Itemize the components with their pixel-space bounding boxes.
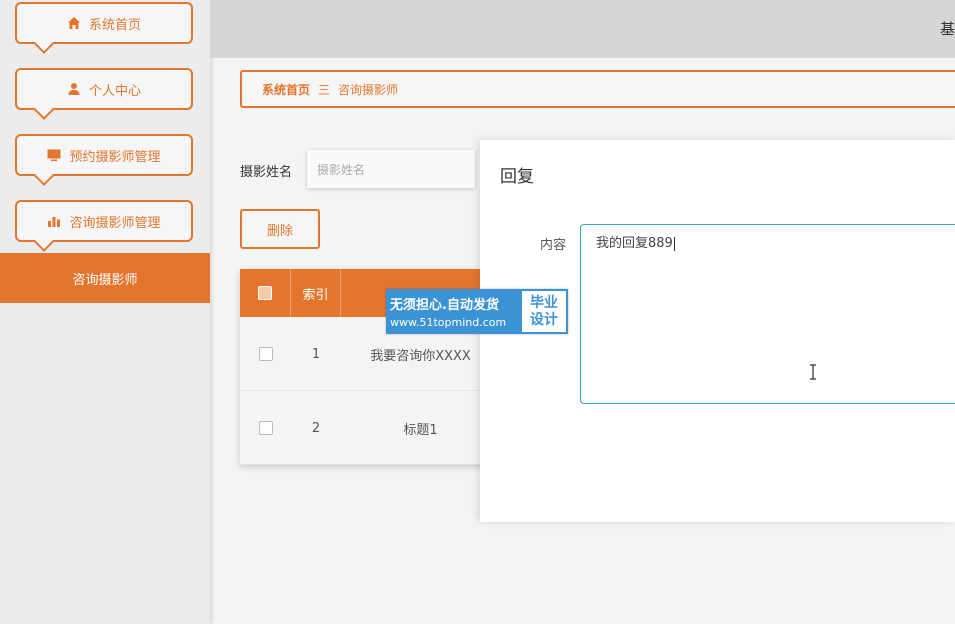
delete-button[interactable]: 删除 bbox=[240, 209, 320, 249]
sidebar: 系统首页 个人中心 预约摄影师管理 咨询摄影师管理 咨询摄影师 bbox=[0, 0, 210, 624]
header-right-text: 基 bbox=[939, 20, 955, 38]
select-all-cell bbox=[240, 269, 291, 317]
search-label: 摄影姓名 bbox=[240, 165, 293, 180]
sidebar-item-label: 个人中心 bbox=[88, 83, 141, 99]
row-index: 1 bbox=[311, 346, 321, 362]
bar-chart-icon bbox=[47, 214, 61, 228]
breadcrumb-home[interactable]: 系统首页 bbox=[262, 81, 310, 98]
content-label: 内容 bbox=[540, 238, 567, 253]
sidebar-item-label: 咨询摄影师管理 bbox=[69, 215, 161, 231]
row-index: 2 bbox=[311, 420, 321, 436]
search-input[interactable]: 摄影姓名 bbox=[307, 150, 475, 188]
breadcrumb-current: 咨询摄影师 bbox=[338, 82, 399, 97]
watermark-url: www.51topmind.com bbox=[390, 316, 507, 329]
sidebar-item-home[interactable]: 系统首页 bbox=[15, 2, 193, 44]
breadcrumb-separator: 三 bbox=[318, 82, 331, 97]
content-value: 我的回复889 bbox=[596, 236, 673, 251]
watermark-line1: 无须担心.自动发货 bbox=[390, 298, 499, 313]
table-row[interactable]: 2 标题1 bbox=[240, 391, 500, 465]
sidebar-subitem-consult-photographer[interactable]: 咨询摄影师 bbox=[0, 253, 210, 303]
search-placeholder: 摄影姓名 bbox=[317, 162, 366, 177]
content-textarea[interactable]: 我的回复889 bbox=[580, 224, 955, 404]
user-icon bbox=[67, 82, 81, 96]
app-window: 系统首页 个人中心 预约摄影师管理 咨询摄影师管理 咨询摄影师 基 系统首页 三 bbox=[0, 0, 955, 624]
top-header: 基 bbox=[210, 0, 955, 58]
watermark-banner: 无须担心.自动发货 www.51topmind.com 毕业 设计 bbox=[386, 289, 568, 334]
sidebar-item-personal-center[interactable]: 个人中心 bbox=[15, 68, 193, 110]
row-checkbox[interactable] bbox=[258, 347, 273, 361]
row-checkbox[interactable] bbox=[258, 421, 273, 435]
breadcrumb: 系统首页 三 咨询摄影师 bbox=[240, 70, 955, 108]
ibeam-cursor-icon bbox=[810, 364, 816, 380]
sidebar-item-label: 预约摄影师管理 bbox=[69, 149, 161, 165]
row-select-cell bbox=[240, 317, 291, 391]
monitor-icon bbox=[47, 148, 61, 162]
sidebar-item-label: 系统首页 bbox=[88, 17, 141, 33]
dialog-title: 回复 bbox=[500, 167, 534, 187]
sidebar-item-consult-management[interactable]: 咨询摄影师管理 bbox=[15, 200, 193, 242]
column-header-index: 索引 bbox=[291, 269, 341, 317]
home-icon bbox=[67, 16, 81, 30]
watermark-badge: 毕业 设计 bbox=[520, 289, 568, 334]
watermark-text: 无须担心.自动发货 www.51topmind.com bbox=[386, 289, 520, 334]
select-all-checkbox[interactable] bbox=[258, 286, 272, 300]
row-select-cell bbox=[240, 391, 291, 465]
sidebar-item-booking-management[interactable]: 预约摄影师管理 bbox=[15, 134, 193, 176]
text-caret bbox=[673, 236, 675, 251]
row-title: 标题1 bbox=[403, 422, 438, 438]
watermark-badge-line1: 毕业 bbox=[530, 295, 558, 312]
watermark-badge-line2: 设计 bbox=[530, 311, 558, 328]
